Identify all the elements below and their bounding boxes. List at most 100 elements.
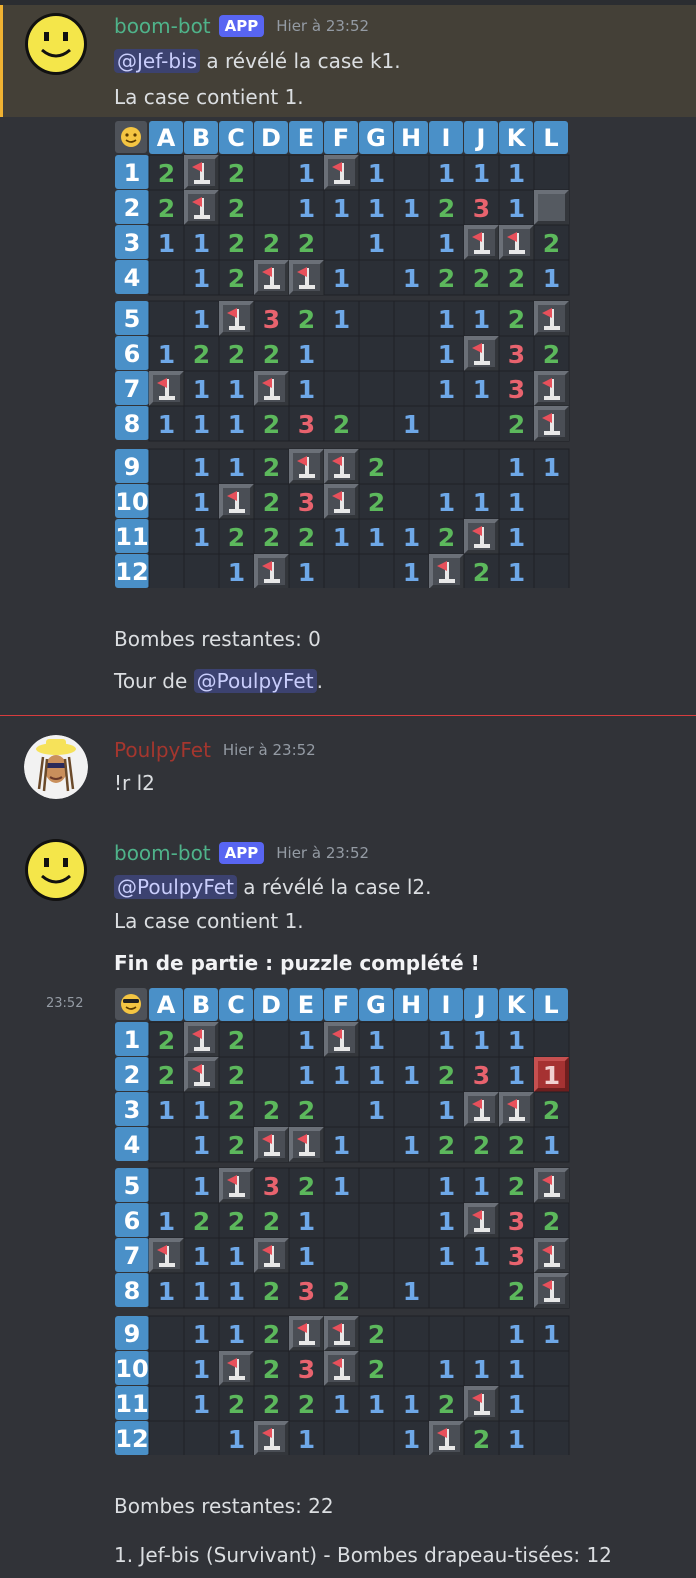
board-cell (533, 1167, 570, 1204)
message-line: @Jef-bis a révélé la case k1. (114, 46, 401, 76)
board-cell (253, 1056, 290, 1093)
board-cell: 1 (288, 154, 325, 191)
cell-number: 2 (438, 1390, 455, 1419)
cell-number: 1 (403, 1061, 420, 1090)
board-cell: 1 (218, 370, 255, 407)
board-cell: 1 (218, 553, 255, 588)
cell-number: 1 (438, 229, 455, 258)
board-cell: 1 (288, 1420, 325, 1455)
board-cell: 1 (498, 553, 535, 588)
board-cell (393, 300, 430, 337)
column-header-label: H (401, 124, 421, 152)
board-cell: 2 (218, 1126, 255, 1163)
cell-number: 1 (193, 1172, 210, 1201)
cell-number: 1 (333, 523, 350, 552)
cell-number: 2 (158, 1026, 175, 1055)
column-header-label: I (442, 124, 451, 152)
cell-number: 1 (368, 523, 385, 552)
board-cell (393, 448, 430, 485)
board-cell (393, 1315, 430, 1352)
column-header-label: K (507, 124, 527, 152)
board-cell: 1 (358, 1385, 395, 1422)
cell-number: 2 (263, 340, 280, 369)
user-mention[interactable]: @Jef-bis (114, 49, 201, 73)
cell-number: 1 (403, 194, 420, 223)
poulpyfet-avatar[interactable] (24, 735, 88, 799)
board-cell: 1 (393, 1385, 430, 1422)
board-cell: 1 (498, 518, 535, 555)
column-header-label: K (507, 991, 527, 1019)
timestamp[interactable]: Hier à 23:52 (276, 17, 369, 35)
cell-number: 2 (298, 1172, 315, 1201)
board-cell (358, 259, 395, 296)
cell-number: 1 (368, 1390, 385, 1419)
slight-smile-icon (115, 121, 147, 153)
board-cell: 1 (323, 1167, 360, 1204)
board-cell: 1 (148, 224, 185, 261)
cell-number: 1 (298, 1207, 315, 1236)
cell-number: 2 (333, 410, 350, 439)
timestamp[interactable]: Hier à 23:52 (223, 741, 316, 759)
cell-number: 1 (298, 340, 315, 369)
cell-number: 1 (508, 1061, 525, 1090)
cell-number: 1 (193, 1277, 210, 1306)
column-header-label: B (192, 124, 210, 152)
board-cell (533, 300, 570, 337)
boom-bot-avatar[interactable] (24, 12, 88, 76)
board-cell (323, 1420, 360, 1455)
board-cell: 2 (253, 335, 290, 372)
board-cell (463, 335, 500, 372)
column-header-label: C (227, 991, 245, 1019)
board-cell (428, 553, 465, 588)
board-cell (183, 154, 220, 191)
cell-number: 1 (193, 305, 210, 334)
row-header-label: 4 (124, 264, 141, 292)
author-name[interactable]: PoulpyFet (114, 738, 211, 762)
board-cell: 1 (288, 335, 325, 372)
board-cell: 1 (498, 483, 535, 520)
row-header-label: 10 (115, 488, 148, 516)
cell-number: 1 (193, 1320, 210, 1349)
timestamp[interactable]: Hier à 23:52 (276, 844, 369, 862)
column-header-label: B (192, 991, 210, 1019)
author-name[interactable]: boom-bot (114, 841, 211, 865)
board-cell: 1 (288, 1021, 325, 1058)
boom-bot-avatar[interactable] (24, 838, 88, 902)
column-header-label: D (261, 991, 281, 1019)
board-cell: 2 (533, 1091, 570, 1128)
cell-number: 1 (473, 1242, 490, 1271)
cell-number: 1 (438, 1207, 455, 1236)
cell-number: 1 (228, 558, 245, 587)
board-cell (533, 518, 570, 555)
cell-number: 2 (228, 159, 245, 188)
author-name[interactable]: boom-bot (114, 14, 211, 38)
cell-number: 2 (228, 1026, 245, 1055)
board-cell: 2 (288, 1167, 325, 1204)
column-header-label: L (543, 124, 558, 152)
cell-number: 1 (438, 340, 455, 369)
cell-number: 1 (403, 264, 420, 293)
row-header-label: 9 (124, 453, 141, 481)
board-cell (533, 1420, 570, 1455)
cell-number: 2 (438, 1061, 455, 1090)
user-mention[interactable]: @PoulpyFet (114, 875, 237, 899)
cell-number: 2 (543, 1096, 560, 1125)
board-cell (393, 370, 430, 407)
cell-number: 1 (228, 1320, 245, 1349)
cell-number: 2 (298, 305, 315, 334)
board-cell (253, 370, 290, 407)
board-cell: 1 (358, 1021, 395, 1058)
cell-number: 2 (473, 1131, 490, 1160)
cell-number: 1 (193, 1096, 210, 1125)
cell-number: 2 (473, 558, 490, 587)
user-mention[interactable]: @PoulpyFet (193, 669, 317, 693)
board-cell: 1 (148, 1202, 185, 1239)
turn-line: Tour de @PoulpyFet. (114, 666, 323, 696)
row-header-label: 5 (124, 305, 141, 333)
board-cell: 1 (428, 1021, 465, 1058)
cell-number: 1 (438, 488, 455, 517)
cell-number: 2 (368, 488, 385, 517)
cell-number: 1 (403, 1277, 420, 1306)
board-cell (148, 370, 185, 407)
cell-number: 1 (228, 410, 245, 439)
